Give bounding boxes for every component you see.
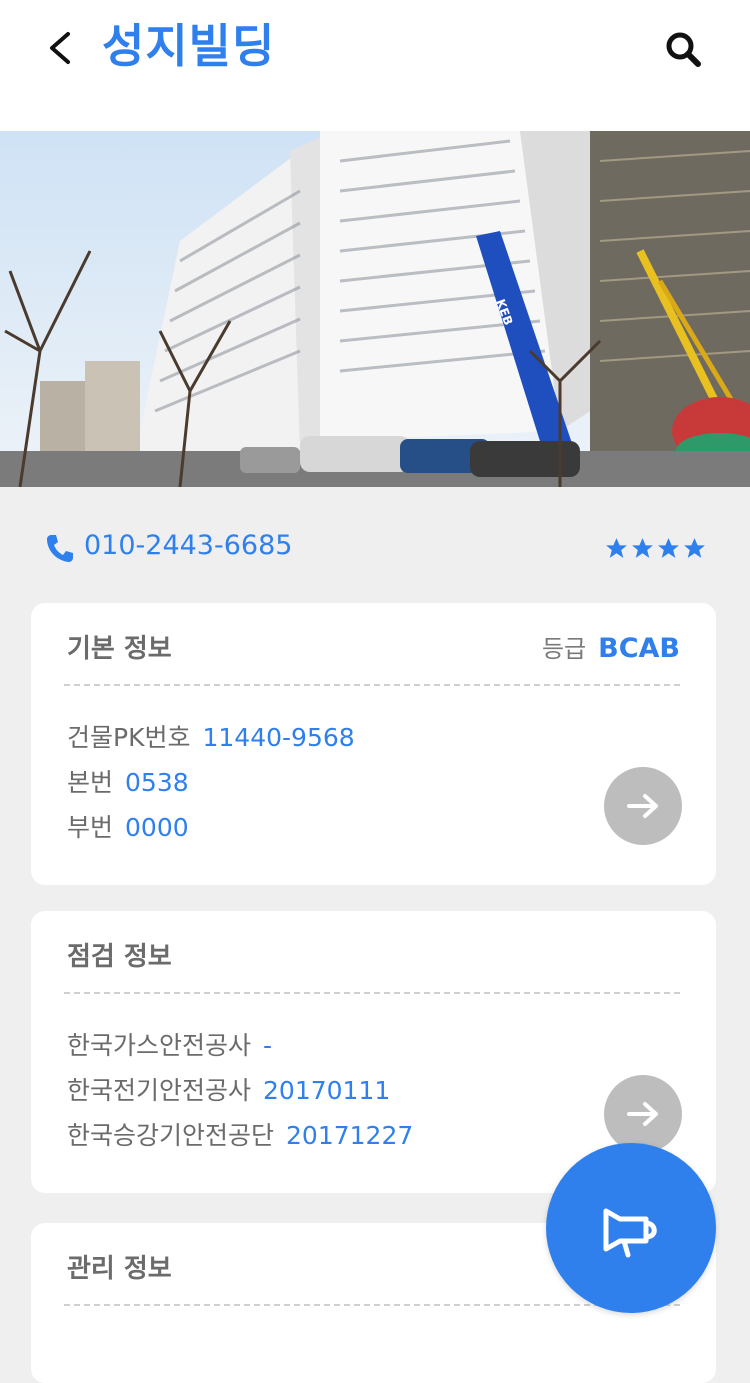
back-button[interactable]: [40, 22, 84, 72]
row-label: 건물PK번호: [67, 723, 191, 752]
info-row: 한국승강기안전공단 20171227: [67, 1113, 413, 1158]
megaphone-icon: [603, 1208, 657, 1258]
basic-info-card: 기본 정보 등급 BCAB 건물PK번호 11440-9568 본번 0538 부번 0…: [31, 603, 716, 885]
contact-row: 010-2443-6685: [0, 510, 750, 580]
row-value: 0538: [125, 768, 189, 797]
rating-stars: [604, 536, 708, 562]
phone-number[interactable]: 010-2443-6685: [84, 526, 292, 566]
dashed-divider: [64, 992, 680, 994]
arrow-right-icon: [627, 794, 658, 818]
star-icon: [658, 538, 679, 558]
row-value: 20170111: [263, 1076, 391, 1105]
announcement-fab[interactable]: [546, 1143, 716, 1313]
app-header: 성지빌딩: [0, 0, 750, 131]
inspection-info-detail-button[interactable]: [604, 1075, 682, 1153]
arrow-right-icon: [627, 1102, 658, 1126]
info-row: 건물PK번호 11440-9568: [67, 715, 355, 760]
phone-icon[interactable]: [44, 532, 74, 564]
info-rows: 한국가스안전공사 - 한국전기안전공사 20170111 한국승강기안전공단 2017…: [67, 1023, 413, 1158]
info-row: 본번 0538: [67, 760, 355, 805]
info-row: 한국전기안전공사 20170111: [67, 1068, 413, 1113]
info-rows: 건물PK번호 11440-9568 본번 0538 부번 0000: [67, 715, 355, 850]
info-row: 한국가스안전공사 -: [67, 1023, 413, 1068]
row-label: 부번: [67, 813, 114, 842]
star-icon: [684, 538, 705, 558]
search-icon: [666, 32, 701, 67]
grade-value: BCAB: [598, 633, 680, 664]
dashed-divider: [64, 684, 680, 686]
row-value: -: [263, 1031, 273, 1060]
chevron-left-icon: [50, 32, 70, 64]
card-title: 점검 정보: [67, 942, 172, 972]
building-photo: KEB: [0, 131, 750, 487]
row-value: 20171227: [286, 1121, 414, 1150]
star-icon: [606, 538, 627, 558]
row-label: 한국전기안전공사: [67, 1076, 252, 1105]
card-title: 기본 정보: [67, 634, 172, 664]
basic-info-detail-button[interactable]: [604, 767, 682, 845]
row-value: 11440-9568: [202, 723, 355, 752]
row-label: 본번: [67, 768, 114, 797]
grade: 등급 BCAB: [542, 629, 680, 672]
star-icon: [632, 538, 653, 558]
search-button[interactable]: [660, 26, 708, 74]
page-title: 성지빌딩: [102, 19, 276, 73]
card-title: 관리 정보: [67, 1254, 172, 1284]
row-label: 한국가스안전공사: [67, 1031, 252, 1060]
row-value: 0000: [125, 813, 189, 842]
grade-label: 등급: [541, 635, 587, 663]
row-label: 한국승강기안전공단: [67, 1121, 275, 1150]
info-row: 부번 0000: [67, 805, 355, 850]
dashed-divider: [64, 1304, 680, 1306]
